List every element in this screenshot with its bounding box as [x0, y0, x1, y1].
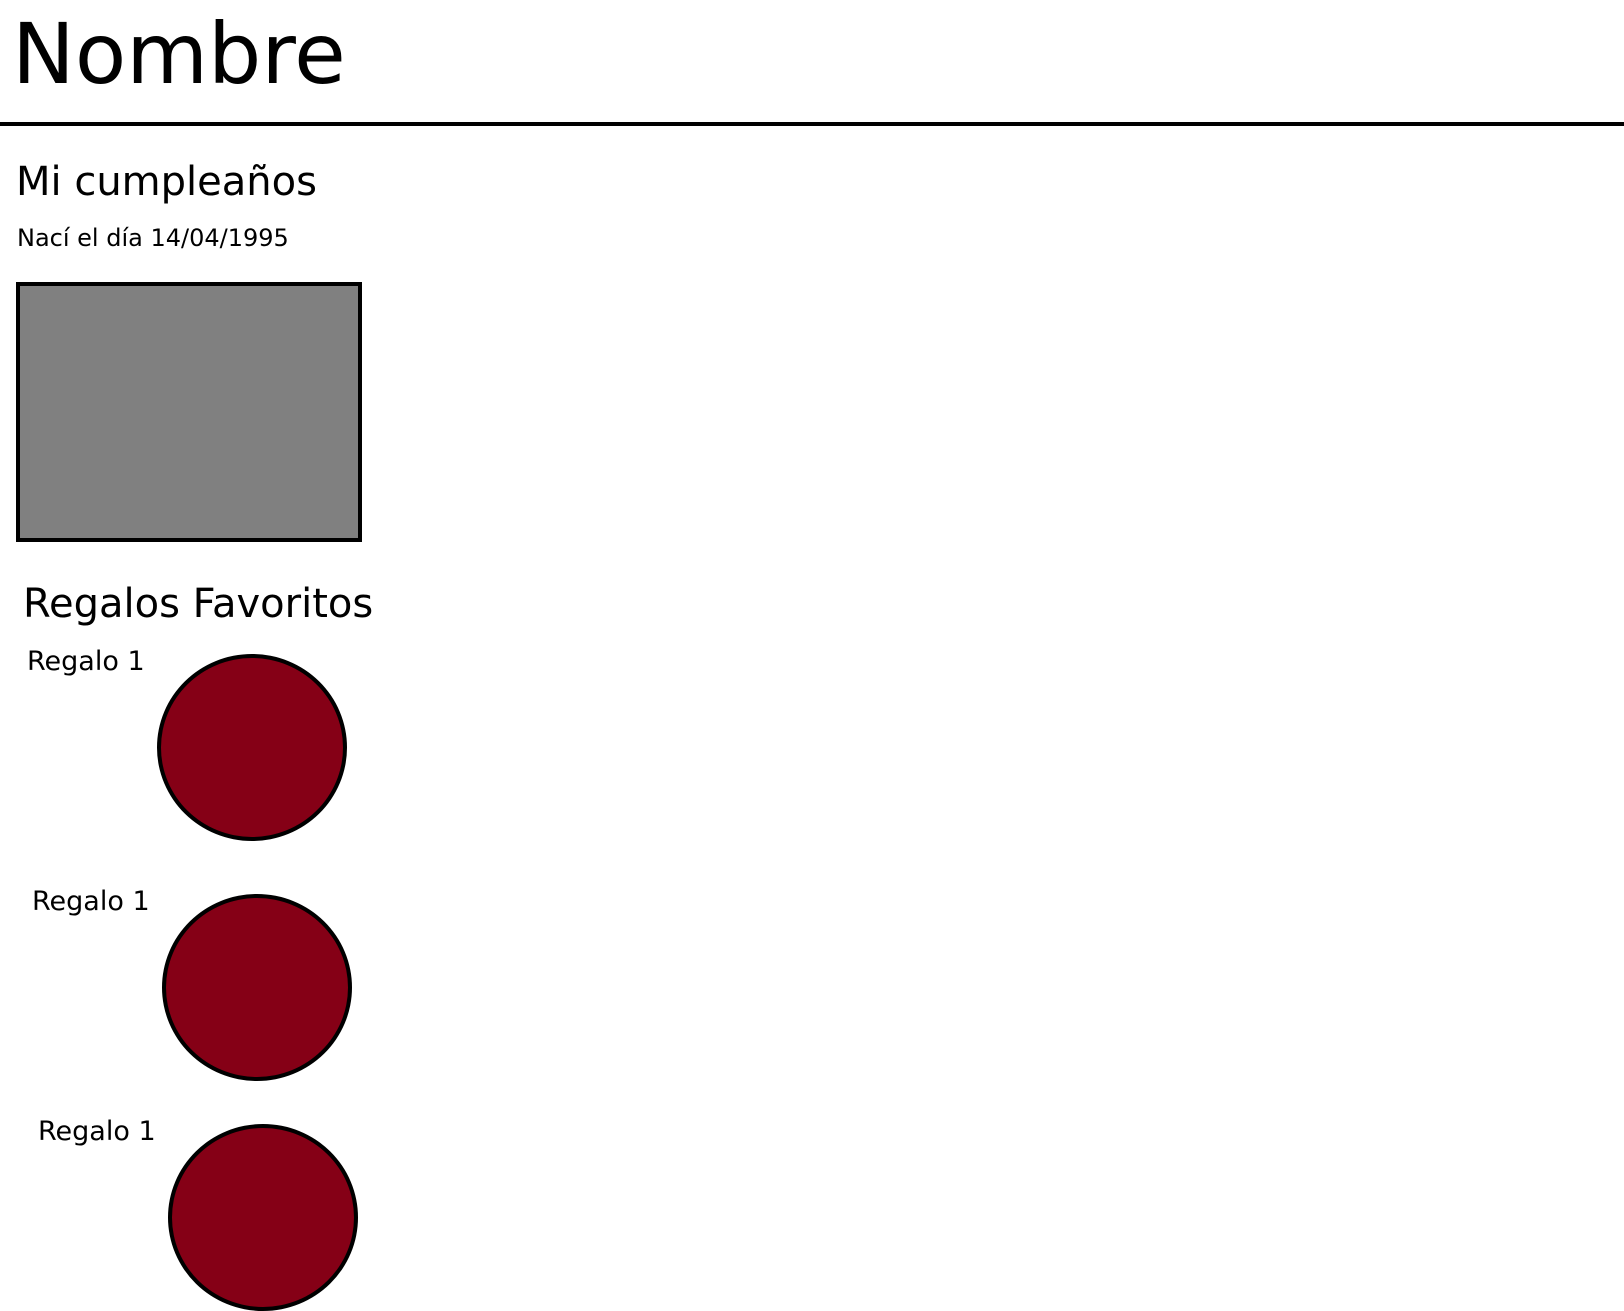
gift-label: Regalo 1	[27, 646, 145, 677]
gift-item: Regalo 1	[38, 1116, 398, 1311]
photo-placeholder	[16, 282, 362, 542]
gift-item: Regalo 1	[32, 886, 392, 1081]
gift-circle	[157, 654, 347, 841]
birthday-heading: Mi cumpleaños	[16, 159, 317, 205]
page-title: Nombre	[12, 5, 346, 103]
title-divider	[0, 122, 1624, 126]
birth-date-text: Nací el día 14/04/1995	[17, 224, 289, 252]
gift-label: Regalo 1	[32, 886, 150, 917]
gift-circle	[162, 894, 352, 1081]
gift-label: Regalo 1	[38, 1116, 156, 1147]
gifts-heading: Regalos Favoritos	[23, 581, 374, 627]
gift-item: Regalo 1	[27, 646, 387, 841]
gift-circle	[168, 1124, 358, 1311]
